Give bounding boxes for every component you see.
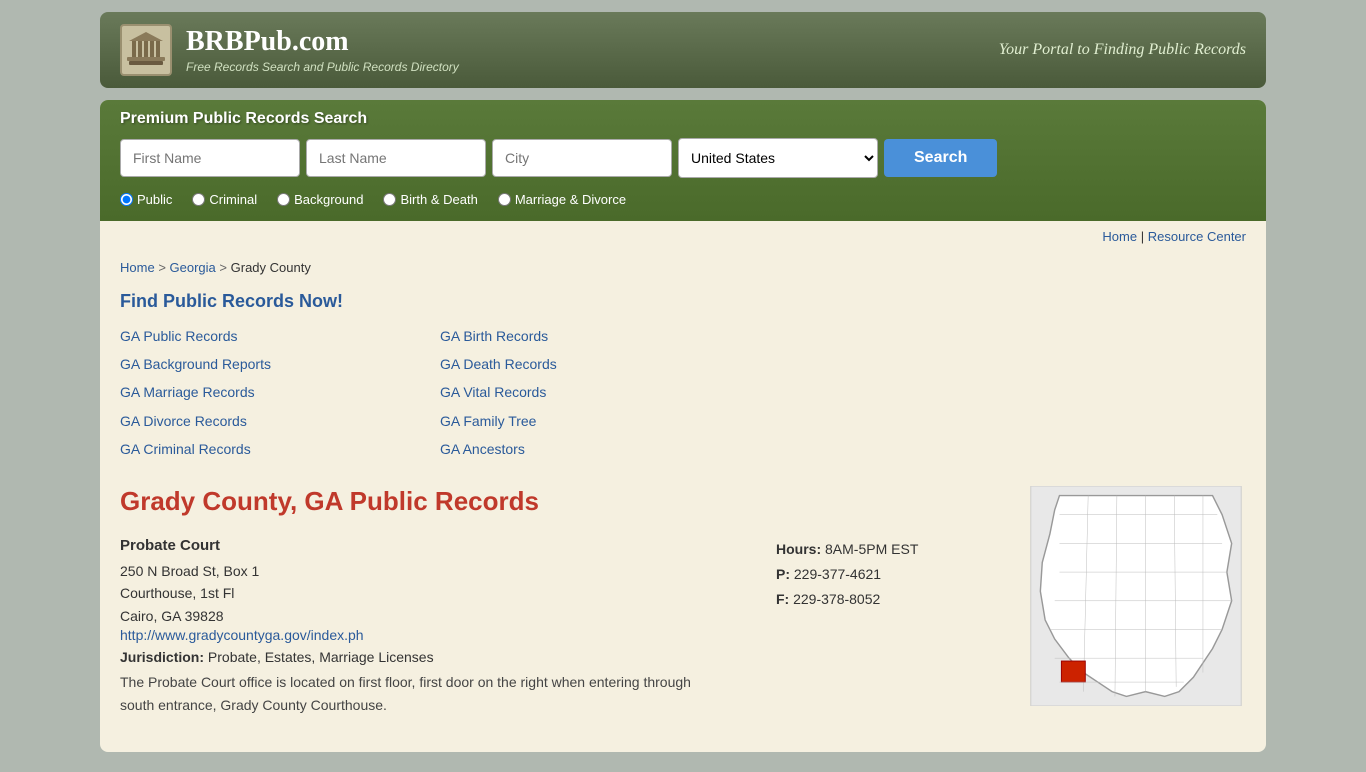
link-ga-ancestors[interactable]: GA Ancestors (440, 437, 720, 462)
site-name: BRBPub.com (186, 26, 459, 58)
search-radio-options: Public Criminal Background Birth & Death… (120, 186, 1246, 211)
site-header: BRBPub.com Free Records Search and Publi… (100, 12, 1266, 88)
radio-background-label[interactable]: Background (277, 192, 363, 207)
link-ga-criminal-records[interactable]: GA Criminal Records (120, 437, 400, 462)
radio-criminal[interactable] (192, 193, 205, 206)
link-ga-divorce-records[interactable]: GA Divorce Records (120, 409, 400, 434)
breadcrumb-sep2: > (219, 260, 230, 275)
link-ga-public-records[interactable]: GA Public Records (120, 324, 400, 349)
first-name-input[interactable] (120, 139, 300, 177)
radio-public-text: Public (137, 192, 172, 207)
last-name-input[interactable] (306, 139, 486, 177)
radio-birth-death-text: Birth & Death (400, 192, 477, 207)
find-records-heading: Find Public Records Now! (120, 291, 1246, 312)
nav-home-link[interactable]: Home (1102, 229, 1137, 244)
county-info-row: Grady County, GA Public Records Probate … (120, 486, 1246, 732)
info-right: Hours: 8AM-5PM EST P: 229-377-4621 F: 22… (776, 537, 996, 716)
country-select[interactable]: United States (678, 138, 878, 178)
radio-birth-death[interactable] (383, 193, 396, 206)
jurisdiction-desc: The Probate Court office is located on f… (120, 671, 716, 716)
content-area: Home > Georgia > Grady County Find Publi… (100, 248, 1266, 752)
nav-resource-center-link[interactable]: Resource Center (1148, 229, 1246, 244)
city-input[interactable] (492, 139, 672, 177)
county-details: Grady County, GA Public Records Probate … (120, 486, 996, 732)
radio-public-label[interactable]: Public (120, 192, 172, 207)
nav-separator: | (1141, 229, 1144, 244)
breadcrumb-sep1: > (158, 260, 169, 275)
header-slogan: Your Portal to Finding Public Records (999, 41, 1246, 59)
breadcrumb-state[interactable]: Georgia (170, 260, 216, 275)
link-ga-death-records[interactable]: GA Death Records (440, 352, 720, 377)
search-fields: United States Search (120, 138, 1246, 178)
probate-court-block: Probate Court 250 N Broad St, Box 1 Cour… (120, 537, 996, 716)
address-line1: 250 N Broad St, Box 1 (120, 560, 716, 582)
hours-label: Hours: (776, 541, 821, 557)
records-links-grid: GA Public Records GA Birth Records GA Ba… (120, 324, 720, 462)
search-button[interactable]: Search (884, 139, 997, 177)
breadcrumb: Home > Georgia > Grady County (120, 260, 1246, 275)
radio-marriage-label[interactable]: Marriage & Divorce (498, 192, 626, 207)
radio-marriage-text: Marriage & Divorce (515, 192, 626, 207)
probate-website-link[interactable]: http://www.gradycountyga.gov/index.ph (120, 627, 364, 643)
radio-background[interactable] (277, 193, 290, 206)
radio-criminal-text: Criminal (209, 192, 257, 207)
georgia-map-svg (1026, 486, 1246, 706)
search-section: Premium Public Records Search United Sta… (100, 100, 1266, 221)
breadcrumb-current: Grady County (231, 260, 311, 275)
radio-birth-death-label[interactable]: Birth & Death (383, 192, 477, 207)
link-ga-marriage-records[interactable]: GA Marriage Records (120, 380, 400, 405)
site-tagline: Free Records Search and Public Records D… (186, 60, 459, 74)
link-ga-vital-records[interactable]: GA Vital Records (440, 380, 720, 405)
logo-icon (120, 24, 172, 76)
search-section-title: Premium Public Records Search (120, 110, 1246, 128)
jurisdiction-value: Probate, Estates, Marriage Licenses (208, 649, 434, 665)
radio-marriage[interactable] (498, 193, 511, 206)
breadcrumb-home[interactable]: Home (120, 260, 155, 275)
probate-court-name: Probate Court (120, 537, 716, 554)
logo-area: BRBPub.com Free Records Search and Publi… (120, 24, 459, 76)
radio-background-text: Background (294, 192, 363, 207)
phone-label: P: (776, 566, 790, 582)
info-grid: Probate Court 250 N Broad St, Box 1 Cour… (120, 537, 996, 716)
link-ga-family-tree[interactable]: GA Family Tree (440, 409, 720, 434)
address-line3: Cairo, GA 39828 (120, 605, 716, 627)
jurisdiction-label: Jurisdiction: (120, 649, 204, 665)
jurisdiction-line: Jurisdiction: Probate, Estates, Marriage… (120, 649, 716, 665)
info-left: Probate Court 250 N Broad St, Box 1 Cour… (120, 537, 716, 716)
county-heading: Grady County, GA Public Records (120, 486, 996, 517)
nav-links: Home | Resource Center (100, 221, 1266, 248)
logo-text: BRBPub.com Free Records Search and Publi… (186, 26, 459, 74)
link-ga-background-reports[interactable]: GA Background Reports (120, 352, 400, 377)
main-container: Premium Public Records Search United Sta… (100, 100, 1266, 752)
fax-label: F: (776, 591, 789, 607)
radio-criminal-label[interactable]: Criminal (192, 192, 257, 207)
address-line2: Courthouse, 1st Fl (120, 582, 716, 604)
phone-value: 229-377-4621 (794, 566, 881, 582)
hours-phone: Hours: 8AM-5PM EST P: 229-377-4621 F: 22… (776, 537, 996, 613)
hours-value: 8AM-5PM EST (825, 541, 918, 557)
link-ga-birth-records[interactable]: GA Birth Records (440, 324, 720, 349)
fax-value: 229-378-8052 (793, 591, 880, 607)
georgia-map (1026, 486, 1246, 709)
radio-public[interactable] (120, 193, 133, 206)
